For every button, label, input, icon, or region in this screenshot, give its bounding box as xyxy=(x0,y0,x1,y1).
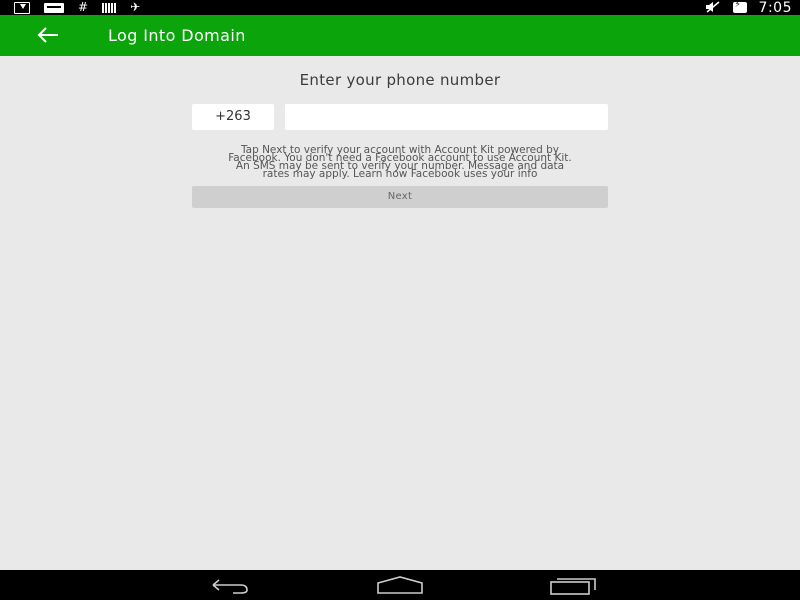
nav-recent-apps-button[interactable] xyxy=(548,574,598,596)
back-button[interactable] xyxy=(34,23,62,47)
arrow-left-icon xyxy=(37,27,58,43)
login-form: Enter your phone number +263 Tap Next to… xyxy=(0,56,800,570)
app-bar: Log Into Domain xyxy=(0,15,800,56)
back-icon xyxy=(212,579,248,594)
nav-home-button[interactable] xyxy=(375,574,425,596)
battery-charging-icon xyxy=(732,0,747,13)
form-heading: Enter your phone number xyxy=(299,71,501,89)
home-icon xyxy=(377,576,423,594)
status-bar: # ✈ 7:05 xyxy=(0,0,800,16)
barcode-icon xyxy=(102,2,117,13)
page-title: Log Into Domain xyxy=(108,26,246,45)
plane-icon: ✈ xyxy=(130,0,141,14)
download-icon xyxy=(14,1,30,14)
recent-apps-icon xyxy=(550,578,596,595)
phone-number-input[interactable] xyxy=(285,104,608,130)
navigation-bar xyxy=(0,570,800,600)
status-icons-left: # ✈ xyxy=(14,0,140,15)
country-code-selector[interactable]: +263 xyxy=(192,104,274,130)
status-icons-right: 7:05 xyxy=(705,0,792,16)
hash-icon: # xyxy=(78,0,89,14)
next-button[interactable]: Next xyxy=(192,186,608,208)
disclaimer-text: Tap Next to verify your account with Acc… xyxy=(190,145,610,180)
nav-back-button[interactable] xyxy=(203,574,253,596)
status-time: 7:05 xyxy=(758,0,792,16)
keyboard-icon xyxy=(44,2,64,13)
